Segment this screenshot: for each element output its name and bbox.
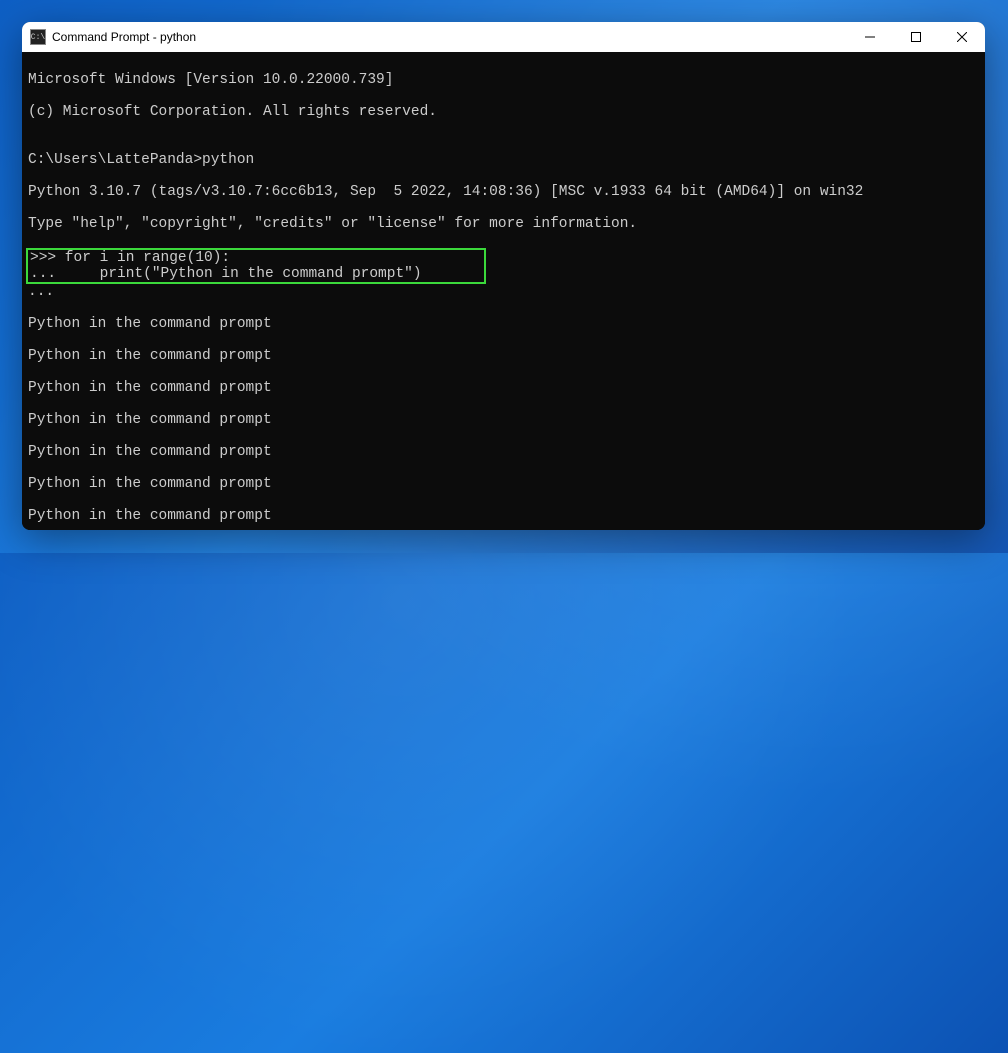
terminal-line: Python in the command prompt	[28, 316, 979, 332]
window-title: Command Prompt - python	[52, 30, 196, 44]
window-controls	[847, 22, 985, 52]
terminal-line: Type "help", "copyright", "credits" or "…	[28, 216, 979, 232]
terminal-line: Python 3.10.7 (tags/v3.10.7:6cc6b13, Sep…	[28, 184, 979, 200]
cmd-app-icon: C:\	[30, 29, 46, 45]
terminal-line: Python in the command prompt	[28, 348, 979, 364]
titlebar[interactable]: C:\ Command Prompt - python	[22, 22, 985, 52]
terminal-line: Python in the command prompt	[28, 380, 979, 396]
terminal-line: Python in the command prompt	[28, 508, 979, 524]
code-highlight-box: >>> for i in range(10): ... print("Pytho…	[26, 248, 486, 284]
terminal-line: C:\Users\LattePanda>python	[28, 152, 979, 168]
maximize-icon	[911, 32, 921, 42]
minimize-button[interactable]	[847, 22, 893, 52]
terminal-line: Python in the command prompt	[28, 444, 979, 460]
terminal-line: ... print("Python in the command prompt"…	[30, 266, 482, 282]
terminal-line: >>> for i in range(10):	[30, 250, 482, 266]
minimize-icon	[865, 32, 875, 42]
close-button[interactable]	[939, 22, 985, 52]
command-prompt-window: C:\ Command Prompt - python Microsoft Wi…	[22, 22, 985, 530]
close-icon	[957, 32, 967, 42]
titlebar-left: C:\ Command Prompt - python	[30, 29, 196, 45]
terminal-line: Python in the command prompt	[28, 412, 979, 428]
terminal-line: (c) Microsoft Corporation. All rights re…	[28, 104, 979, 120]
maximize-button[interactable]	[893, 22, 939, 52]
terminal-area[interactable]: Microsoft Windows [Version 10.0.22000.73…	[22, 52, 985, 530]
terminal-line: Microsoft Windows [Version 10.0.22000.73…	[28, 72, 979, 88]
terminal-line: Python in the command prompt	[28, 476, 979, 492]
terminal-line: ...	[28, 284, 979, 300]
